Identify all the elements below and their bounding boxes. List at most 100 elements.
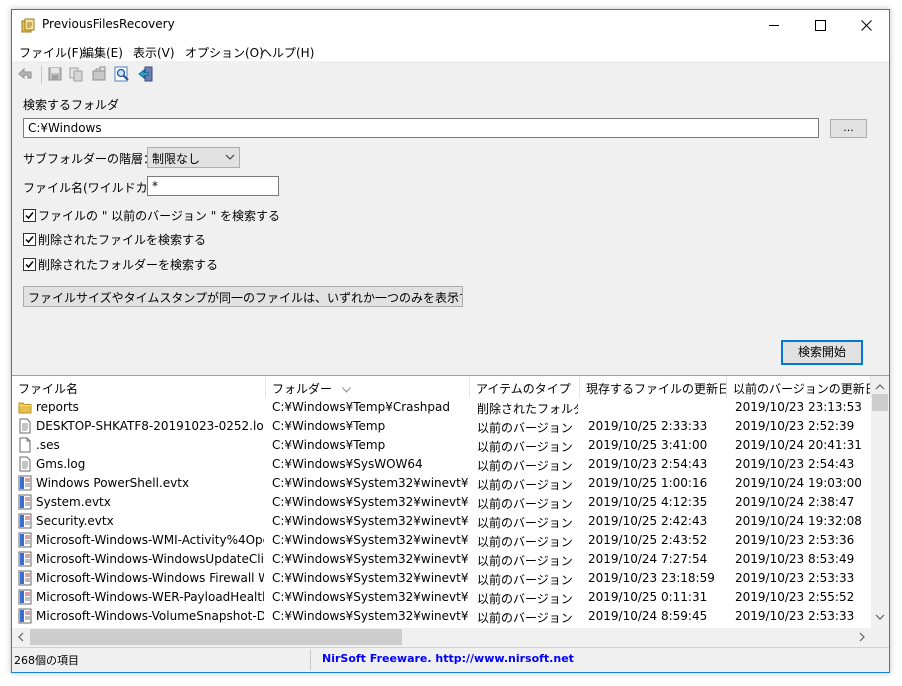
browse-button[interactable]: ... bbox=[830, 119, 867, 138]
cell-previous: 2019/10/24 20:41:31 bbox=[735, 438, 862, 452]
deleted-folders-checkbox[interactable]: 削除されたフォルダーを検索する bbox=[23, 256, 218, 272]
cell-type: 以前のバージョン bbox=[477, 592, 573, 606]
deleted-files-label: 削除されたファイルを検索する bbox=[38, 232, 207, 247]
scroll-up-icon[interactable] bbox=[875, 382, 885, 392]
find-icon[interactable] bbox=[114, 66, 130, 82]
cell-current: 2019/10/25 3:41:00 bbox=[588, 438, 708, 452]
checkbox-box[interactable] bbox=[23, 257, 36, 271]
table-row[interactable]: reports C:¥Windows¥Temp¥Crashpad 削除されたフォルダ… bbox=[12, 398, 871, 417]
checkbox-box[interactable] bbox=[23, 232, 36, 246]
cell-current: 2019/10/25 2:42:43 bbox=[588, 514, 708, 528]
table-row[interactable]: Microsoft-Windows-VolumeSnapshot-Dri... C… bbox=[12, 607, 871, 626]
cell-name: Microsoft-Windows-Windows Firewall Wi... bbox=[36, 571, 264, 585]
cell-previous: 2019/10/23 2:53:33 bbox=[735, 571, 855, 585]
table-row[interactable]: System.evtx C:¥Windows¥System32¥winevt¥Lo… bbox=[12, 493, 871, 512]
minimize-button[interactable] bbox=[751, 10, 797, 41]
table-row[interactable]: Microsoft-Windows-Windows Firewall Wi...… bbox=[12, 569, 871, 588]
cell-folder: C:¥Windows¥SysWOW64 bbox=[272, 457, 423, 471]
column-header-filename[interactable]: ファイル名 bbox=[12, 376, 266, 398]
column-header-previous-modified[interactable]: 以前のバージョンの更新日時 bbox=[727, 376, 871, 398]
cell-folder: C:¥Windows¥System32¥winevt¥Logs bbox=[272, 590, 468, 604]
table-row[interactable]: Security.evtx C:¥Windows¥System32¥winevt¥… bbox=[12, 512, 871, 531]
table-row[interactable]: Gms.log C:¥Windows¥SysWOW64 以前のバージョン 2019/1… bbox=[12, 455, 871, 474]
cell-current: 2019/10/25 4:12:35 bbox=[588, 495, 708, 509]
menu-bar: ファイル(F) 編集(E) 表示(V) オプション(O) ヘルプ(H) bbox=[12, 41, 889, 61]
deleted-files-checkbox[interactable]: 削除されたファイルを検索する bbox=[23, 231, 206, 247]
exit-icon[interactable] bbox=[138, 66, 154, 82]
cell-folder: C:¥Windows¥System32¥winevt¥Logs bbox=[272, 514, 468, 528]
cell-type: 以前のバージョン bbox=[477, 497, 573, 511]
subfolder-depth-value: 制限なし bbox=[152, 152, 201, 166]
cell-type: 以前のバージョン bbox=[477, 535, 573, 549]
table-row[interactable]: Microsoft-Windows-WER-PayloadHealth... C:… bbox=[12, 588, 871, 607]
scroll-down-icon[interactable] bbox=[875, 612, 885, 622]
event-log-file-icon bbox=[18, 494, 32, 510]
cell-previous: 2019/10/24 2:38:47 bbox=[735, 495, 855, 509]
cell-name: DESKTOP-SHKATF8-20191023-0252.log bbox=[36, 419, 264, 433]
cell-name: Windows PowerShell.evtx bbox=[36, 476, 190, 490]
cell-type: 以前のバージョン bbox=[477, 573, 573, 587]
cell-name: Microsoft-Windows-WMI-Activity%4Ope... bbox=[36, 533, 264, 547]
scroll-left-icon[interactable] bbox=[16, 632, 26, 642]
cell-current: 2019/10/25 2:43:52 bbox=[588, 533, 708, 547]
menu-view[interactable]: 表示(V) bbox=[133, 44, 175, 61]
window-title: PreviousFilesRecovery bbox=[42, 17, 175, 31]
maximize-button[interactable] bbox=[797, 10, 843, 41]
folder-input[interactable]: C:¥Windows bbox=[23, 118, 819, 138]
menu-file[interactable]: ファイル(F) bbox=[19, 44, 83, 61]
table-row[interactable]: Microsoft-Windows-WMI-Activity%4Ope... C:… bbox=[12, 531, 871, 550]
cell-name: Gms.log bbox=[36, 457, 86, 471]
cell-type: 以前のバージョン bbox=[477, 478, 573, 492]
cell-type: 以前のバージョン bbox=[477, 459, 573, 473]
start-search-button[interactable]: 検索開始 bbox=[781, 340, 863, 365]
checkmark-icon bbox=[25, 211, 34, 219]
column-header-label: アイテムのタイプ bbox=[476, 382, 571, 396]
wildcard-input[interactable]: * bbox=[147, 176, 279, 196]
column-header-folder[interactable]: フォルダー bbox=[266, 376, 470, 398]
nirsoft-link[interactable]: NirSoft Freeware. http://www.nirsoft.net bbox=[322, 652, 574, 665]
properties-icon[interactable] bbox=[91, 66, 107, 82]
subfolder-depth-select[interactable]: 制限なし bbox=[147, 147, 240, 168]
duplicate-option-select[interactable]: ファイルサイズやタイムスタンプが同一のファイルは、いずれか一つのみを表示する bbox=[23, 286, 463, 307]
results-list[interactable]: ファイル名 フォルダー アイテムのタイプ 現存するファイルの更新日時 以前のバー… bbox=[12, 375, 889, 645]
cell-name: Microsoft-Windows-WER-PayloadHealth... bbox=[36, 590, 264, 604]
previous-versions-checkbox[interactable]: ファイルの " 以前のバージョン " を検索する bbox=[23, 207, 280, 223]
file-icon bbox=[19, 418, 31, 434]
checkbox-box[interactable] bbox=[23, 208, 36, 222]
copy-icon[interactable] bbox=[68, 66, 84, 82]
menu-edit[interactable]: 編集(E) bbox=[82, 44, 123, 61]
cell-type: 以前のバージョン bbox=[477, 440, 573, 454]
column-header-item-type[interactable]: アイテムのタイプ bbox=[470, 376, 580, 398]
cell-folder: C:¥Windows¥System32¥winevt¥Logs bbox=[272, 552, 468, 566]
folder-label: 検索するフォルダ bbox=[23, 98, 120, 112]
menu-help[interactable]: ヘルプ(H) bbox=[260, 44, 314, 61]
cell-folder: C:¥Windows¥System32¥winevt¥Logs bbox=[272, 571, 468, 585]
title-bar[interactable]: PreviousFilesRecovery bbox=[12, 10, 889, 41]
table-row[interactable]: .ses C:¥Windows¥Temp 以前のバージョン 2019/10/25 3:… bbox=[12, 436, 871, 455]
scroll-right-icon[interactable] bbox=[857, 632, 867, 642]
status-separator bbox=[310, 650, 311, 670]
table-row[interactable]: DESKTOP-SHKATF8-20191023-0252.log C:¥Wind… bbox=[12, 417, 871, 436]
folder-icon bbox=[18, 402, 32, 414]
column-header-current-modified[interactable]: 現存するファイルの更新日時 bbox=[580, 376, 727, 398]
horizontal-scroll-thumb[interactable] bbox=[30, 629, 402, 645]
vertical-scroll-thumb[interactable] bbox=[872, 394, 888, 411]
cell-name: Security.evtx bbox=[36, 514, 114, 528]
horizontal-scrollbar[interactable] bbox=[12, 628, 871, 645]
checkmark-icon bbox=[25, 260, 34, 268]
table-row[interactable]: Microsoft-Windows-WindowsUpdateClie... C:… bbox=[12, 550, 871, 569]
vertical-scrollbar[interactable] bbox=[871, 376, 889, 628]
cell-name: Microsoft-Windows-WindowsUpdateClie... bbox=[36, 552, 264, 566]
cell-folder: C:¥Windows¥System32¥winevt¥Logs bbox=[272, 533, 468, 547]
save-icon[interactable] bbox=[47, 66, 63, 82]
column-header-label: フォルダー bbox=[272, 382, 333, 396]
cell-type: 以前のバージョン bbox=[477, 516, 573, 530]
back-icon[interactable] bbox=[17, 66, 33, 82]
menu-options[interactable]: オプション(O) bbox=[185, 44, 264, 61]
table-row[interactable]: Windows PowerShell.evtx C:¥Windows¥System… bbox=[12, 474, 871, 493]
close-button[interactable] bbox=[843, 10, 889, 41]
cell-current: 2019/10/23 23:18:59 bbox=[588, 571, 715, 585]
cell-previous: 2019/10/23 2:52:39 bbox=[735, 419, 855, 433]
cell-previous: 2019/10/23 2:54:43 bbox=[735, 457, 855, 471]
cell-current: 2019/10/23 2:54:43 bbox=[588, 457, 708, 471]
